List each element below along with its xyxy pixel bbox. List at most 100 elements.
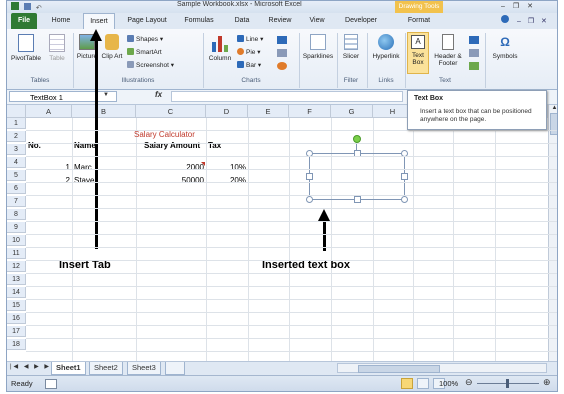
- cell-header-salary[interactable]: Salary Amount: [144, 140, 200, 151]
- page-layout-view-icon[interactable]: [417, 378, 430, 389]
- row-header-13[interactable]: 13: [7, 274, 26, 285]
- header-footer-button[interactable]: Header & Footer: [431, 34, 465, 67]
- column-header-e[interactable]: E: [248, 105, 289, 118]
- zoom-out-icon[interactable]: ⊖: [465, 377, 473, 388]
- tab-file[interactable]: File: [11, 13, 37, 29]
- save-icon[interactable]: [23, 3, 31, 10]
- cell-salary[interactable]: 2000: [136, 162, 204, 173]
- horizontal-scrollbar[interactable]: [337, 363, 547, 373]
- resize-handle-se[interactable]: [401, 196, 408, 203]
- ribbon-right-icons[interactable]: – ❐ ✕: [501, 15, 547, 25]
- select-all-corner[interactable]: [7, 105, 26, 118]
- text-box-button[interactable]: A Text Box: [407, 32, 429, 74]
- tab-data[interactable]: Data: [227, 13, 257, 29]
- cell-header-tax[interactable]: Tax: [208, 140, 221, 151]
- row-header-12[interactable]: 12: [7, 261, 26, 272]
- macro-record-icon[interactable]: [45, 379, 57, 389]
- scroll-thumb[interactable]: [550, 113, 557, 135]
- restore-icon[interactable]: ❐: [513, 3, 519, 10]
- horizontal-scroll-thumb[interactable]: [358, 365, 440, 373]
- row-header-18[interactable]: 18: [7, 339, 26, 350]
- smartart-button[interactable]: SmartArt: [127, 48, 162, 56]
- column-header-b[interactable]: B: [72, 105, 136, 118]
- column-header-c[interactable]: C: [136, 105, 206, 118]
- other-charts-icon[interactable]: [277, 62, 287, 70]
- close-workbook-icon[interactable]: ✕: [541, 18, 547, 25]
- column-header-f[interactable]: F: [289, 105, 331, 118]
- clip-art-button[interactable]: Clip Art: [101, 34, 123, 60]
- normal-view-icon[interactable]: [401, 378, 413, 389]
- screenshot-button[interactable]: Screenshot ▾: [127, 61, 174, 69]
- cell-tax[interactable]: 10%: [206, 162, 246, 173]
- row-header-9[interactable]: 9: [7, 222, 26, 233]
- tab-page-layout[interactable]: Page Layout: [121, 13, 173, 29]
- column-header-a[interactable]: A: [26, 105, 72, 118]
- scroll-up-icon[interactable]: ▲: [549, 105, 557, 111]
- close-icon[interactable]: ✕: [527, 3, 533, 10]
- help-icon[interactable]: [501, 15, 509, 23]
- tab-home[interactable]: Home: [45, 13, 77, 29]
- cell-header-no[interactable]: No.: [28, 140, 41, 151]
- tab-review[interactable]: Review: [263, 13, 297, 29]
- resize-handle-e[interactable]: [401, 173, 408, 180]
- undo-icon[interactable]: ↶: [36, 5, 42, 12]
- row-header-11[interactable]: 11: [7, 248, 26, 259]
- shapes-button[interactable]: Shapes ▾: [127, 35, 163, 43]
- signature-line-icon[interactable]: [469, 49, 479, 57]
- name-box[interactable]: TextBox 1: [9, 91, 117, 102]
- cell-no[interactable]: 2: [26, 175, 70, 186]
- row-header-5[interactable]: 5: [7, 170, 26, 181]
- row-header-17[interactable]: 17: [7, 326, 26, 337]
- quick-access-toolbar[interactable]: ↶: [11, 2, 42, 12]
- row-header-10[interactable]: 10: [7, 235, 26, 246]
- resize-handle-sw[interactable]: [306, 196, 313, 203]
- zoom-in-icon[interactable]: ⊕: [543, 377, 551, 388]
- row-header-6[interactable]: 6: [7, 183, 26, 194]
- sparklines-button[interactable]: Sparklines: [301, 34, 335, 60]
- minimize-icon[interactable]: –: [501, 3, 505, 10]
- row-header-2[interactable]: 2: [7, 131, 26, 142]
- column-chart-button[interactable]: Column: [205, 34, 235, 62]
- line-chart-button[interactable]: Line ▾: [237, 35, 263, 43]
- rotate-handle-icon[interactable]: [353, 135, 361, 143]
- column-header-d[interactable]: D: [206, 105, 248, 118]
- inserted-text-box[interactable]: [309, 153, 405, 200]
- insert-sheet-icon[interactable]: [165, 362, 185, 375]
- zoom-slider[interactable]: [477, 379, 539, 388]
- slicer-button[interactable]: Slicer: [339, 34, 363, 60]
- symbols-button[interactable]: Ω Symbols: [489, 34, 521, 60]
- minimize-ribbon-icon[interactable]: –: [517, 18, 521, 25]
- formula-input[interactable]: [171, 91, 403, 102]
- wordart-icon[interactable]: [469, 36, 479, 44]
- cell-header-name[interactable]: Name: [74, 140, 96, 151]
- scatter-chart-icon[interactable]: [277, 49, 287, 57]
- object-icon[interactable]: [469, 62, 479, 70]
- row-header-16[interactable]: 16: [7, 313, 26, 324]
- pivottable-button[interactable]: PivotTable: [9, 34, 43, 62]
- table-button[interactable]: Table: [45, 34, 69, 62]
- row-header-8[interactable]: 8: [7, 209, 26, 220]
- row-header-15[interactable]: 15: [7, 300, 26, 311]
- tab-developer[interactable]: Developer: [337, 13, 385, 29]
- resize-handle-w[interactable]: [306, 173, 313, 180]
- cell-name[interactable]: Stave: [74, 175, 94, 186]
- pie-chart-button[interactable]: Pie ▾: [237, 48, 260, 56]
- tab-insert[interactable]: Insert: [83, 13, 115, 30]
- sheet-tab-sheet1[interactable]: Sheet1: [51, 362, 86, 375]
- window-controls[interactable]: – ❐ ✕: [501, 2, 533, 10]
- tab-format[interactable]: Format: [399, 13, 439, 29]
- hyperlink-button[interactable]: Hyperlink: [369, 34, 403, 60]
- restore-workbook-icon[interactable]: ❐: [528, 18, 534, 25]
- column-header-g[interactable]: G: [331, 105, 373, 118]
- bar-chart-button[interactable]: Bar ▾: [237, 61, 261, 69]
- tab-view[interactable]: View: [303, 13, 331, 29]
- cell-no[interactable]: 1: [26, 162, 70, 173]
- row-header-4[interactable]: 4: [7, 157, 26, 168]
- tab-formulas[interactable]: Formulas: [179, 13, 219, 29]
- area-chart-icon[interactable]: [277, 36, 287, 44]
- row-header-3[interactable]: 3: [7, 144, 26, 155]
- sheet-nav-icons[interactable]: |◀ ◀ ▶ ▶|: [10, 363, 55, 370]
- cell-name[interactable]: Marc: [74, 162, 92, 173]
- insert-function-icon[interactable]: fx: [155, 90, 162, 99]
- sheet-tab-sheet3[interactable]: Sheet3: [127, 362, 161, 375]
